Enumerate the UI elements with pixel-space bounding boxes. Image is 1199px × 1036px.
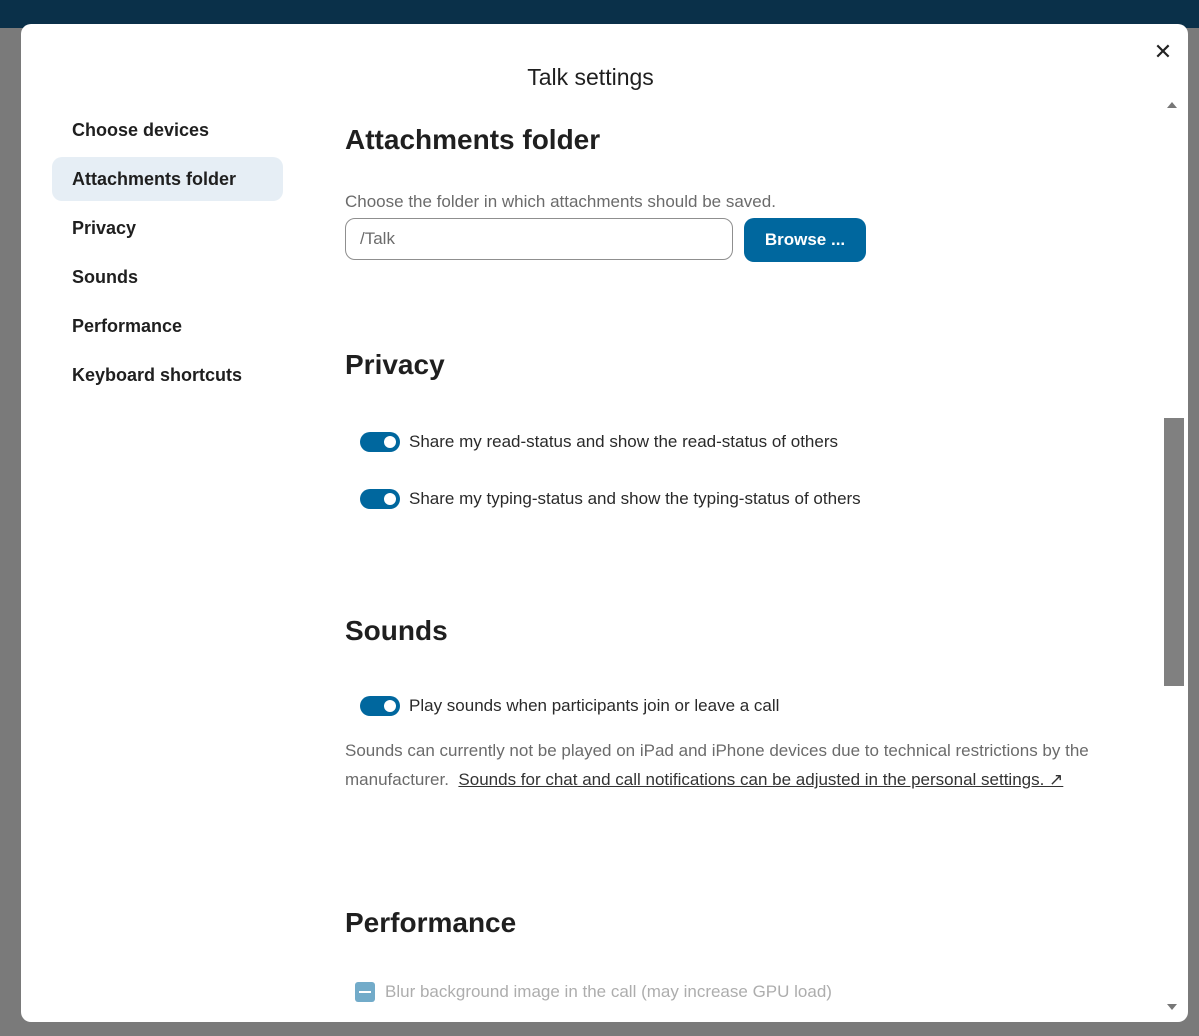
scroll-down-icon[interactable] bbox=[1167, 1004, 1177, 1010]
typing-status-toggle[interactable] bbox=[360, 489, 400, 509]
read-status-toggle[interactable] bbox=[360, 432, 400, 452]
sounds-section-title: Sounds bbox=[345, 615, 448, 646]
performance-section-title: Performance bbox=[345, 907, 517, 938]
nav-item-choose-devices[interactable]: Choose devices bbox=[52, 108, 283, 152]
read-status-label: Share my read-status and show the read-s… bbox=[409, 432, 839, 451]
sounds-note: Sounds can currently not be played on iP… bbox=[345, 736, 1145, 794]
typing-status-label: Share my typing-status and show the typi… bbox=[409, 489, 861, 508]
settings-dialog: Talk settings ✕ Choose devices Attachmen… bbox=[21, 24, 1188, 1022]
play-sounds-toggle-row[interactable]: Play sounds when participants join or le… bbox=[360, 694, 779, 718]
blur-background-checkbox[interactable] bbox=[355, 982, 375, 1002]
browse-button[interactable]: Browse ... bbox=[744, 218, 866, 262]
attachments-hint: Choose the folder in which attachments s… bbox=[345, 192, 776, 211]
nav-item-keyboard-shortcuts[interactable]: Keyboard shortcuts bbox=[52, 353, 283, 397]
typing-status-toggle-row[interactable]: Share my typing-status and show the typi… bbox=[360, 487, 861, 511]
nav-item-privacy[interactable]: Privacy bbox=[52, 206, 283, 250]
nav-item-sounds[interactable]: Sounds bbox=[52, 255, 283, 299]
personal-settings-link[interactable]: Sounds for chat and call notifications c… bbox=[458, 770, 1063, 789]
privacy-section-title: Privacy bbox=[345, 349, 445, 380]
close-icon[interactable]: ✕ bbox=[1151, 41, 1175, 65]
scrollbar-thumb[interactable] bbox=[1164, 418, 1184, 686]
dialog-title: Talk settings bbox=[527, 64, 654, 90]
settings-nav: Choose devices Attachments folder Privac… bbox=[52, 108, 283, 402]
attachments-section-title: Attachments folder bbox=[345, 124, 601, 155]
play-sounds-label: Play sounds when participants join or le… bbox=[409, 696, 780, 715]
content-scrollbar[interactable] bbox=[1161, 98, 1185, 1022]
blur-background-row[interactable]: Blur background image in the call (may i… bbox=[355, 982, 832, 1002]
nav-item-attachments-folder[interactable]: Attachments folder bbox=[52, 157, 283, 201]
read-status-toggle-row[interactable]: Share my read-status and show the read-s… bbox=[360, 430, 838, 454]
nav-item-performance[interactable]: Performance bbox=[52, 304, 283, 348]
blur-background-label: Blur background image in the call (may i… bbox=[385, 982, 832, 1001]
scroll-up-icon[interactable] bbox=[1167, 102, 1177, 108]
play-sounds-toggle[interactable] bbox=[360, 696, 400, 716]
attachments-folder-input[interactable] bbox=[345, 218, 733, 260]
